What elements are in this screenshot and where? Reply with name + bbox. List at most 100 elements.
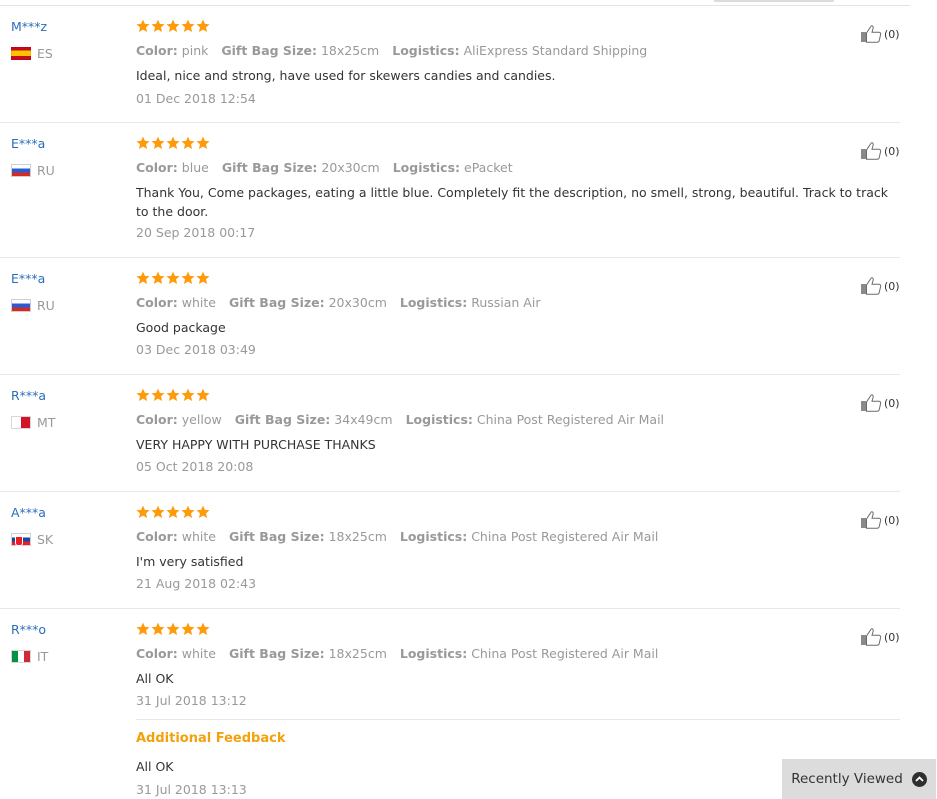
helpful-button[interactable]: (0)	[860, 510, 900, 530]
order-attributes: Color: pink Gift Bag Size: 18x25cm Logisti…	[136, 43, 647, 58]
review-date: 01 Dec 2018 12:54	[136, 91, 256, 106]
helpful-button[interactable]: (0)	[860, 393, 900, 413]
review-text: VERY HAPPY WITH PURCHASE THANKS	[136, 437, 376, 452]
country-code: ES	[37, 45, 53, 61]
star-icon	[151, 271, 165, 284]
malta-flag-icon	[11, 415, 31, 429]
helpful-count: (0)	[884, 630, 900, 644]
reviewer-country: SK	[11, 531, 53, 547]
reviewer-country: IT	[11, 648, 48, 664]
additional-feedback-divider	[136, 719, 900, 720]
thumbs-up-icon[interactable]	[860, 276, 882, 296]
reviewer-country: MT	[11, 414, 55, 430]
star-icon	[151, 622, 165, 635]
thumbs-up-icon[interactable]	[860, 510, 882, 530]
review-date: 03 Dec 2018 03:49	[136, 342, 256, 357]
star-icon	[166, 388, 180, 401]
star-icon	[166, 271, 180, 284]
review-date: 21 Aug 2018 02:43	[136, 576, 257, 591]
color-label: Color:	[136, 529, 178, 544]
star-icon	[136, 505, 150, 518]
review-item: E***a RU Color: blue Gift Bag Size: 20x30…	[0, 123, 900, 258]
star-icon	[196, 505, 210, 518]
star-icon	[181, 271, 195, 284]
review-item: R***a MT Color: yellow Gift Bag Size: 34x…	[0, 375, 900, 492]
size-label: Gift Bag Size:	[221, 43, 317, 58]
tab-indicator	[714, 0, 834, 2]
star-rating	[136, 271, 210, 285]
star-rating	[136, 136, 210, 150]
reviewer-name: R***a	[11, 388, 47, 403]
additional-feedback-title: Additional Feedback	[136, 731, 286, 746]
reviewer-name: R***o	[11, 622, 47, 637]
logistics-label: Logistics:	[399, 646, 468, 661]
size-label: Gift Bag Size:	[221, 160, 318, 175]
logistics-value: China Post Registered Air Mail	[471, 646, 659, 661]
additional-feedback-text: All OK	[136, 759, 174, 774]
helpful-button[interactable]: (0)	[860, 627, 900, 647]
review-date: 05 Oct 2018 20:08	[136, 459, 254, 474]
reviewer-name: E***a	[11, 136, 46, 151]
reviewer-name: E***a	[11, 271, 46, 286]
spain-flag-icon	[11, 46, 31, 60]
recently-viewed-button[interactable]: Recently Viewed	[782, 759, 936, 799]
order-attributes: Color: white Gift Bag Size: 20x30cm Logist…	[136, 295, 540, 310]
size-label: Gift Bag Size:	[234, 412, 331, 427]
star-icon	[151, 388, 165, 401]
thumbs-up-icon[interactable]	[860, 141, 882, 161]
logistics-value: China Post Registered Air Mail	[476, 412, 665, 427]
reviewer-country: RU	[11, 297, 55, 313]
size-value: 18x25cm	[320, 43, 380, 58]
star-icon	[136, 271, 150, 284]
chevron-up-icon	[911, 771, 927, 787]
star-icon	[166, 505, 180, 518]
review-text: Ideal, nice and strong, have used for sk…	[136, 68, 556, 83]
color-value: yellow	[181, 412, 222, 427]
country-code: IT	[37, 648, 49, 664]
country-code: RU	[37, 297, 55, 313]
star-icon	[166, 622, 180, 635]
star-icon	[151, 19, 165, 32]
star-icon	[136, 388, 150, 401]
color-value: blue	[181, 160, 209, 175]
size-value: 18x25cm	[328, 529, 387, 544]
review-text: I'm very satisfied	[136, 554, 244, 569]
size-label: Gift Bag Size:	[229, 646, 325, 661]
helpful-count: (0)	[884, 27, 900, 41]
thumbs-up-icon[interactable]	[860, 393, 882, 413]
star-icon	[181, 19, 195, 32]
review-item: A***a SK Color: white Gift Bag Size: 18x2…	[0, 492, 900, 609]
recently-viewed-label: Recently Viewed	[791, 771, 903, 787]
star-icon	[181, 505, 195, 518]
reviewer-country: RU	[11, 162, 55, 178]
size-value: 34x49cm	[334, 412, 393, 427]
logistics-label: Logistics:	[392, 160, 461, 175]
russia-flag-icon	[11, 163, 31, 177]
color-value: white	[181, 646, 216, 661]
italy-flag-icon	[11, 649, 31, 663]
order-attributes: Color: white Gift Bag Size: 18x25cm Logist…	[136, 529, 658, 544]
review-item: R***o IT Color: white Gift Bag Size: 18x2…	[0, 609, 900, 799]
star-icon	[166, 136, 180, 149]
star-icon	[196, 388, 210, 401]
helpful-button[interactable]: (0)	[860, 276, 900, 296]
order-attributes: Color: white Gift Bag Size: 18x25cm Logist…	[136, 646, 658, 661]
order-attributes: Color: yellow Gift Bag Size: 34x49cm Logis…	[136, 412, 664, 427]
logistics-label: Logistics:	[405, 412, 473, 427]
color-label: Color:	[136, 43, 178, 58]
helpful-button[interactable]: (0)	[860, 141, 900, 161]
star-icon	[196, 136, 210, 149]
slovakia-flag-icon	[11, 532, 31, 546]
reviewer-country: ES	[11, 45, 53, 61]
helpful-count: (0)	[884, 396, 900, 410]
helpful-count: (0)	[884, 144, 900, 158]
star-icon	[196, 271, 210, 284]
thumbs-up-icon[interactable]	[860, 627, 882, 647]
thumbs-up-icon[interactable]	[860, 24, 882, 44]
logistics-label: Logistics:	[392, 43, 460, 58]
review-text: Good package	[136, 320, 226, 335]
color-label: Color:	[136, 160, 178, 175]
review-text: Thank You, Come packages, eating a littl…	[136, 185, 888, 219]
star-icon	[166, 19, 180, 32]
helpful-button[interactable]: (0)	[860, 24, 900, 44]
